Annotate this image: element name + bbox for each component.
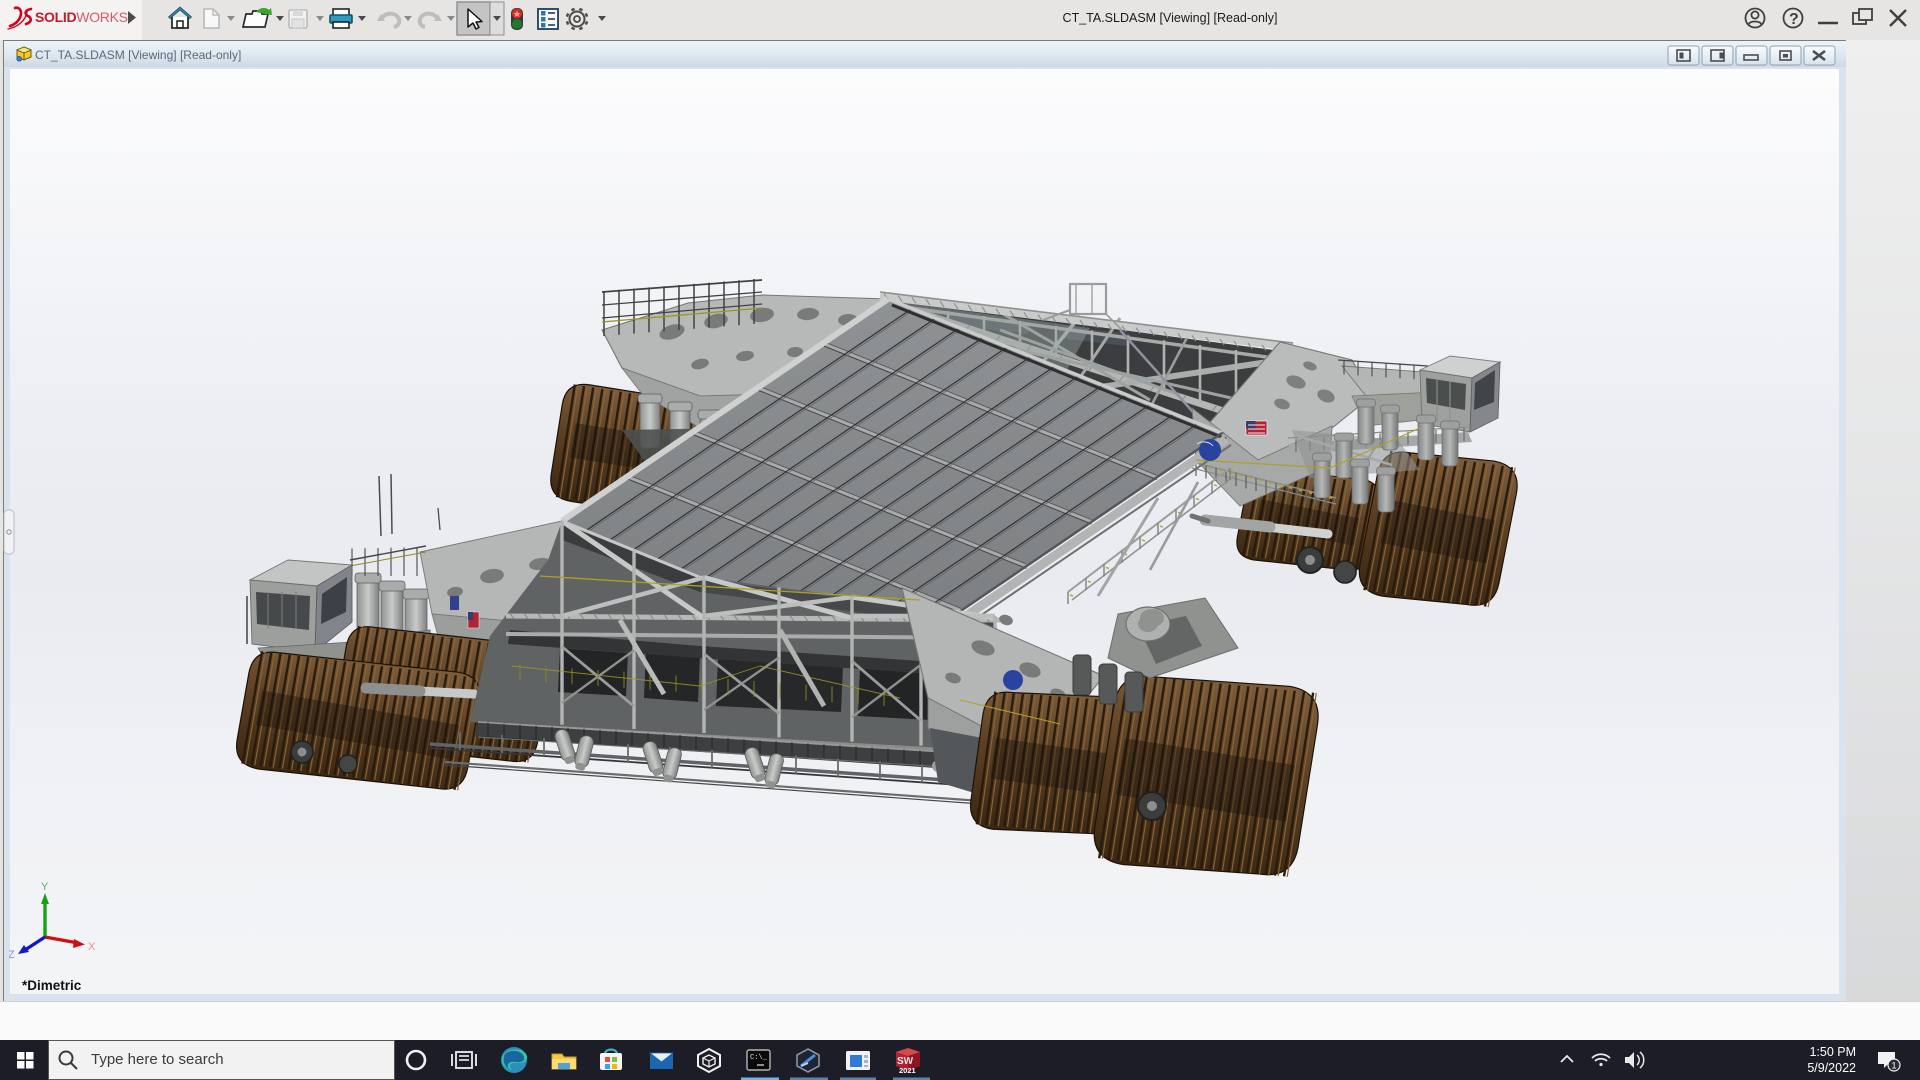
svg-text:1: 1 — [1891, 1061, 1896, 1071]
svg-text:X: X — [88, 941, 96, 953]
svg-text:Y: Y — [41, 881, 49, 893]
svg-text:1:50 PM: 1:50 PM — [1809, 1045, 1856, 1059]
svg-text:C:\_: C:\_ — [750, 1054, 768, 1062]
svg-text:Z: Z — [9, 949, 15, 961]
svg-text:*Dimetric: *Dimetric — [22, 978, 82, 993]
svg-text:5/9/2022: 5/9/2022 — [1807, 1061, 1856, 1075]
svg-text:2021: 2021 — [899, 1066, 916, 1075]
